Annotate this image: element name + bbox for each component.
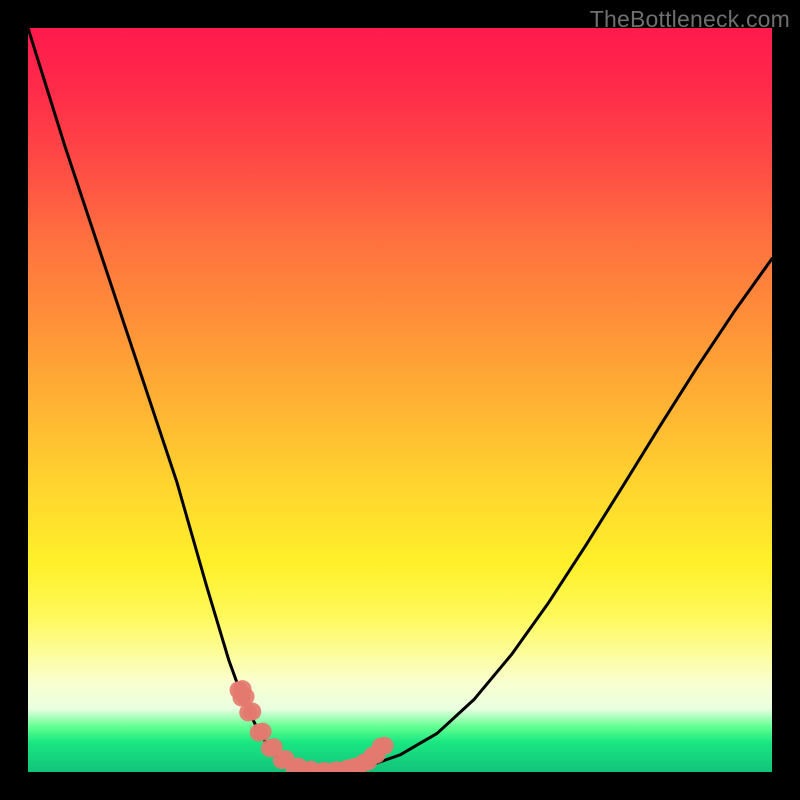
- chart-frame: TheBottleneck.com: [0, 0, 800, 800]
- chart-plot-area: [28, 28, 772, 772]
- bottleneck-curve: [28, 28, 772, 772]
- curve-path: [28, 28, 772, 772]
- valley-marker: [254, 723, 272, 741]
- valley-marker: [243, 702, 261, 720]
- valley-marker: [376, 737, 394, 755]
- watermark-text: TheBottleneck.com: [590, 6, 790, 33]
